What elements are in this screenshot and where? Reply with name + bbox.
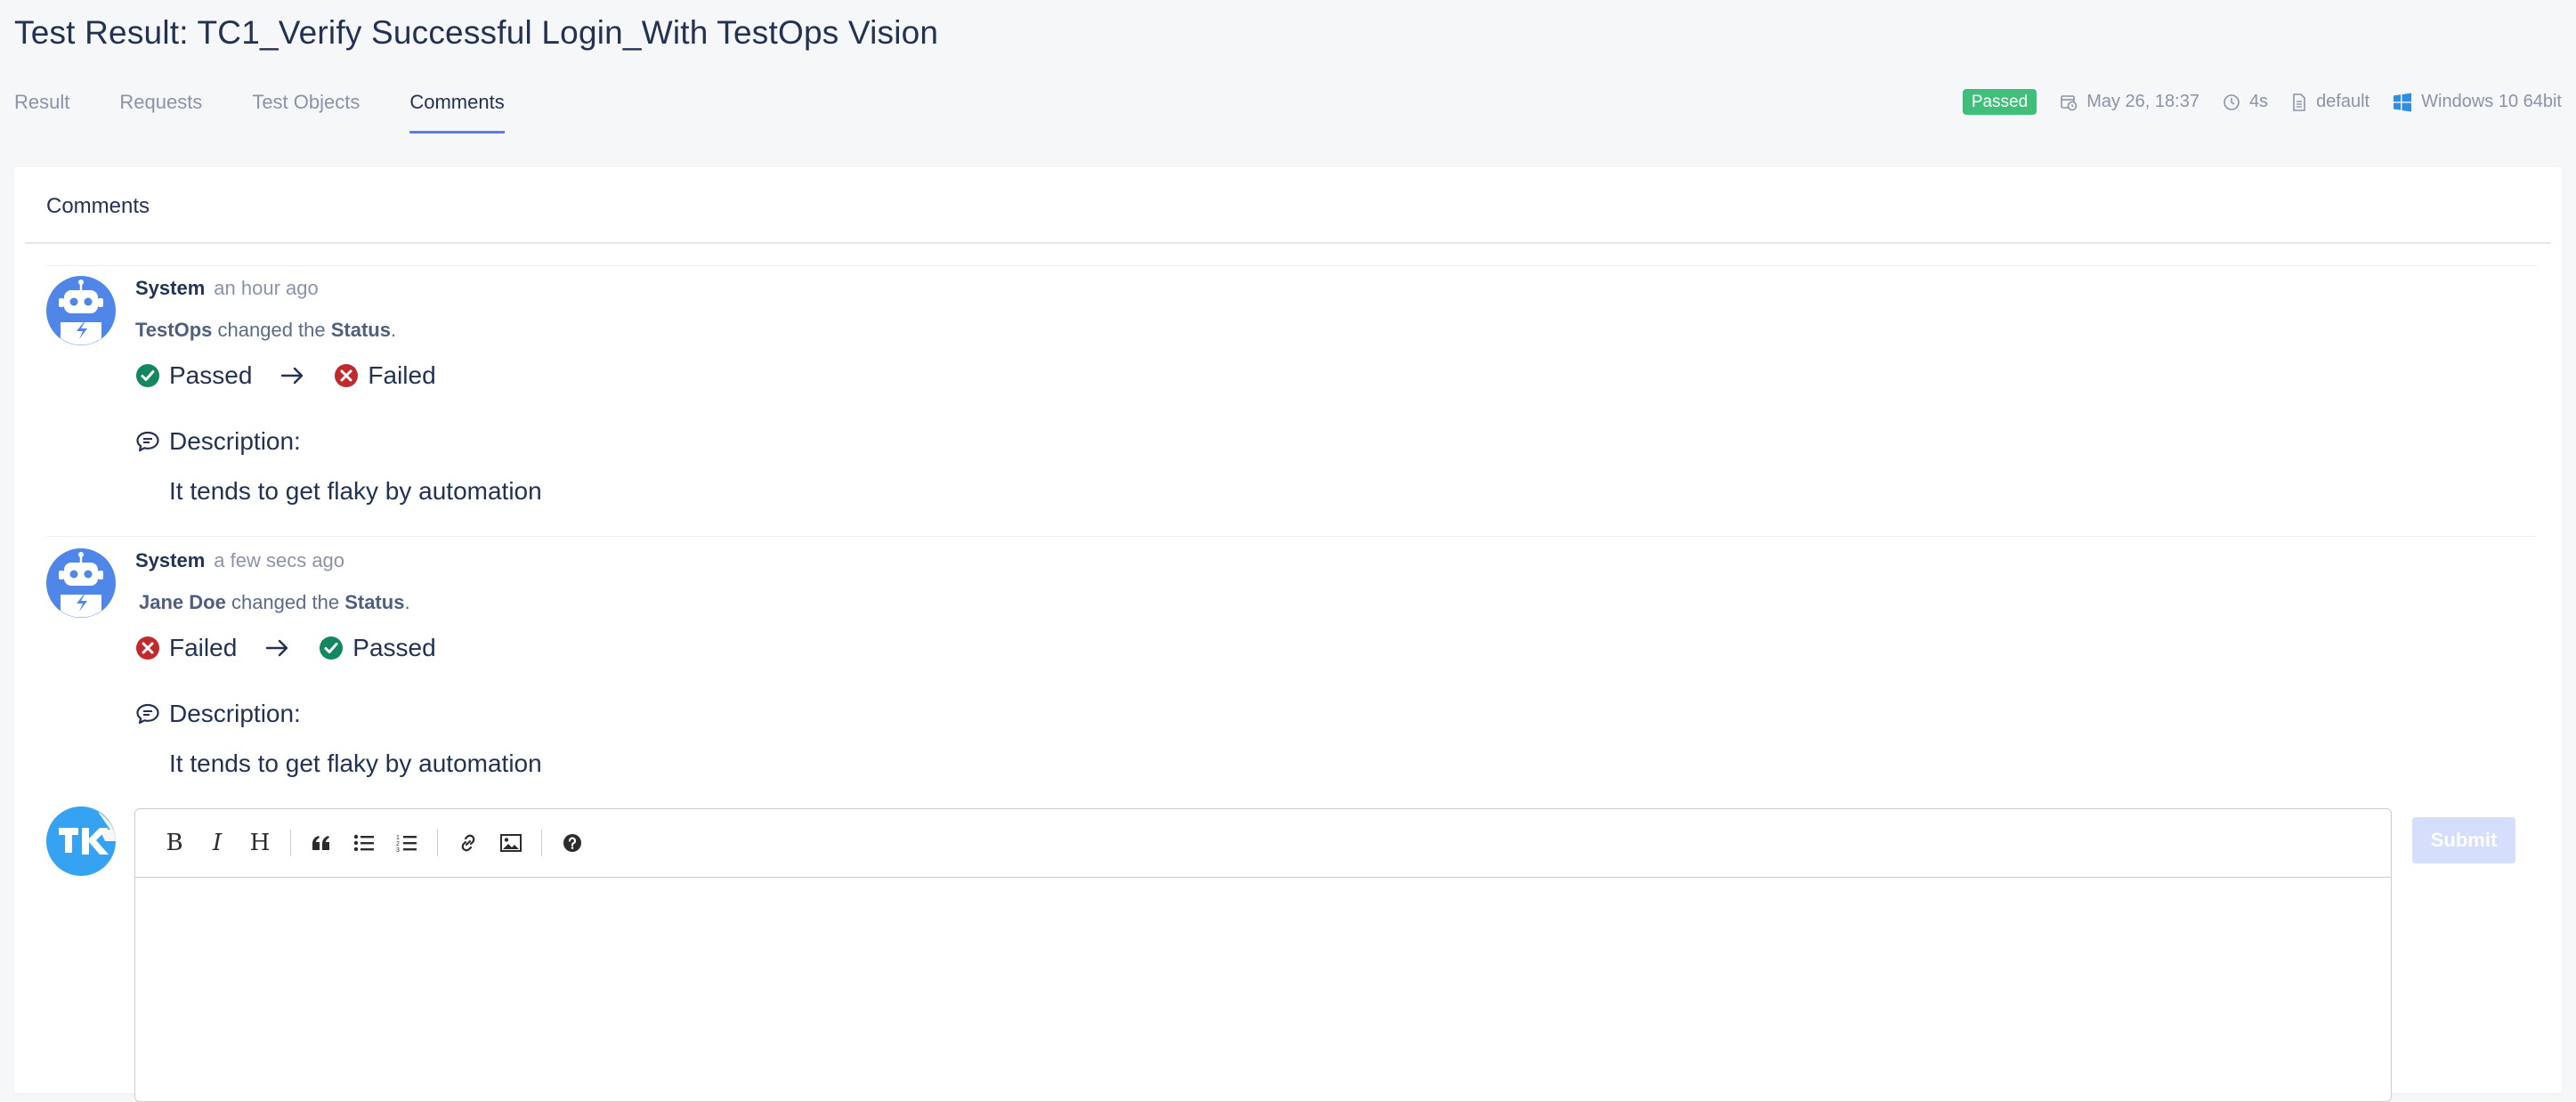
- unordered-list-button[interactable]: [346, 825, 382, 861]
- comment-body: System an hour ago TestOps changed the St…: [135, 276, 2537, 507]
- run-meta: Passed May 26, 18:37 4s default Windows …: [1962, 89, 2562, 115]
- change-actor: TestOps: [135, 319, 213, 341]
- tab-result[interactable]: Result: [14, 87, 69, 134]
- tab-bar: Result Requests Test Objects Comments: [14, 87, 555, 134]
- quote-button[interactable]: [304, 825, 339, 861]
- to-status-label: Passed: [352, 634, 436, 661]
- from-status-label: Passed: [169, 361, 253, 389]
- quote-icon: [312, 836, 329, 850]
- change-period: .: [391, 319, 397, 341]
- tab-test-objects[interactable]: Test Objects: [252, 87, 360, 134]
- toolbar-separator: [437, 830, 438, 856]
- comment-header: System an hour ago: [135, 276, 2537, 301]
- document-icon: [2293, 93, 2305, 111]
- svg-text:1: 1: [396, 835, 400, 841]
- comment-change-text: TestOps changed the Status.: [135, 317, 2537, 344]
- arrow-right-icon: [280, 365, 305, 386]
- comment-time: an hour ago: [214, 277, 319, 299]
- to-status: Failed: [334, 361, 436, 390]
- duration-meta: 4s: [2223, 92, 2268, 112]
- status-change: Passed Failed: [135, 360, 2537, 392]
- profile-value: default: [2316, 92, 2370, 111]
- card-divider: [25, 242, 2551, 244]
- windows-icon: [2394, 93, 2412, 111]
- heading-button[interactable]: H: [242, 825, 278, 861]
- comment-item: System a few secs ago Jane Doe changed th…: [46, 548, 2537, 777]
- description-label: Description:: [169, 427, 301, 455]
- to-status: Passed: [319, 634, 436, 662]
- comment-body: System a few secs ago Jane Doe changed th…: [135, 548, 2537, 780]
- tab-comments[interactable]: Comments: [409, 87, 505, 134]
- change-field: Status: [330, 319, 391, 341]
- bullet-list-icon: [353, 834, 374, 852]
- platform-meta: Windows 10 64bit: [2393, 92, 2562, 112]
- link-icon: [461, 834, 475, 852]
- profile-meta: default: [2291, 92, 2369, 112]
- tab-requests[interactable]: Requests: [119, 87, 202, 134]
- change-verb: changed the: [217, 319, 326, 341]
- from-status-label: Failed: [169, 634, 238, 661]
- duration-value: 4s: [2248, 92, 2269, 111]
- comment-bubble-icon: [136, 703, 159, 725]
- page-title: Test Result: TC1_Verify Successful Login…: [14, 14, 939, 51]
- platform-value: Windows 10 64bit: [2421, 92, 2562, 111]
- robot-avatar-icon: [46, 548, 116, 618]
- submit-button[interactable]: Submit: [2412, 817, 2515, 863]
- image-icon: [500, 834, 522, 852]
- change-verb: changed the: [231, 591, 340, 613]
- comment-header: System a few secs ago: [135, 548, 2537, 573]
- change-period: .: [404, 591, 410, 613]
- editor-toolbar: B I H 123: [135, 809, 2391, 878]
- comment-divider: [46, 265, 2537, 266]
- comments-title: Comments: [46, 194, 150, 218]
- comment-divider: [46, 536, 2537, 537]
- svg-text:3: 3: [396, 847, 400, 853]
- editor-textarea[interactable]: [135, 878, 2391, 1100]
- svg-text:2: 2: [396, 841, 400, 847]
- date-meta: May 26, 18:37: [2060, 92, 2199, 112]
- description-heading: Description:: [135, 698, 2537, 730]
- to-status-label: Failed: [368, 361, 436, 389]
- ordered-list-button[interactable]: 123: [389, 825, 425, 861]
- link-button[interactable]: [450, 825, 486, 861]
- description-text: It tends to get flaky by automation: [169, 477, 542, 505]
- arrow-right-icon: [265, 637, 290, 659]
- change-actor: Jane Doe: [139, 591, 226, 613]
- numbered-list-icon: 123: [396, 835, 417, 853]
- date-value: May 26, 18:37: [2086, 92, 2199, 111]
- comment-editor: B I H 123: [134, 808, 2392, 1102]
- from-status: Failed: [135, 634, 237, 662]
- check-circle-icon: [320, 636, 344, 660]
- toolbar-separator: [541, 830, 542, 856]
- help-button[interactable]: [555, 825, 590, 861]
- bold-button[interactable]: B: [157, 825, 192, 861]
- comment-author: System: [135, 277, 206, 299]
- italic-button[interactable]: I: [199, 825, 235, 861]
- image-button[interactable]: [493, 825, 529, 861]
- status-badge: Passed: [1962, 89, 2037, 115]
- question-circle-icon: [563, 834, 581, 852]
- comment-item: System an hour ago TestOps changed the St…: [46, 276, 2537, 505]
- toolbar-separator: [290, 830, 291, 856]
- description-label: Description:: [169, 700, 301, 727]
- status-change: Failed Passed: [135, 632, 2537, 664]
- comment-bubble-icon: [136, 431, 159, 452]
- change-field: Status: [344, 591, 405, 613]
- calendar-clock-icon: [2061, 94, 2078, 110]
- user-avatar: [46, 806, 116, 876]
- comment-time: a few secs ago: [214, 549, 345, 571]
- description-text: It tends to get flaky by automation: [169, 750, 542, 777]
- comment-change-text: Jane Doe changed the Status.: [135, 589, 2537, 616]
- x-circle-icon: [335, 364, 359, 387]
- check-circle-icon: [136, 364, 159, 387]
- from-status: Passed: [135, 361, 252, 390]
- x-circle-icon: [136, 636, 159, 660]
- description-heading: Description:: [135, 425, 2537, 458]
- comment-author: System: [135, 549, 206, 571]
- clock-icon: [2224, 93, 2240, 110]
- robot-avatar-icon: [46, 276, 116, 345]
